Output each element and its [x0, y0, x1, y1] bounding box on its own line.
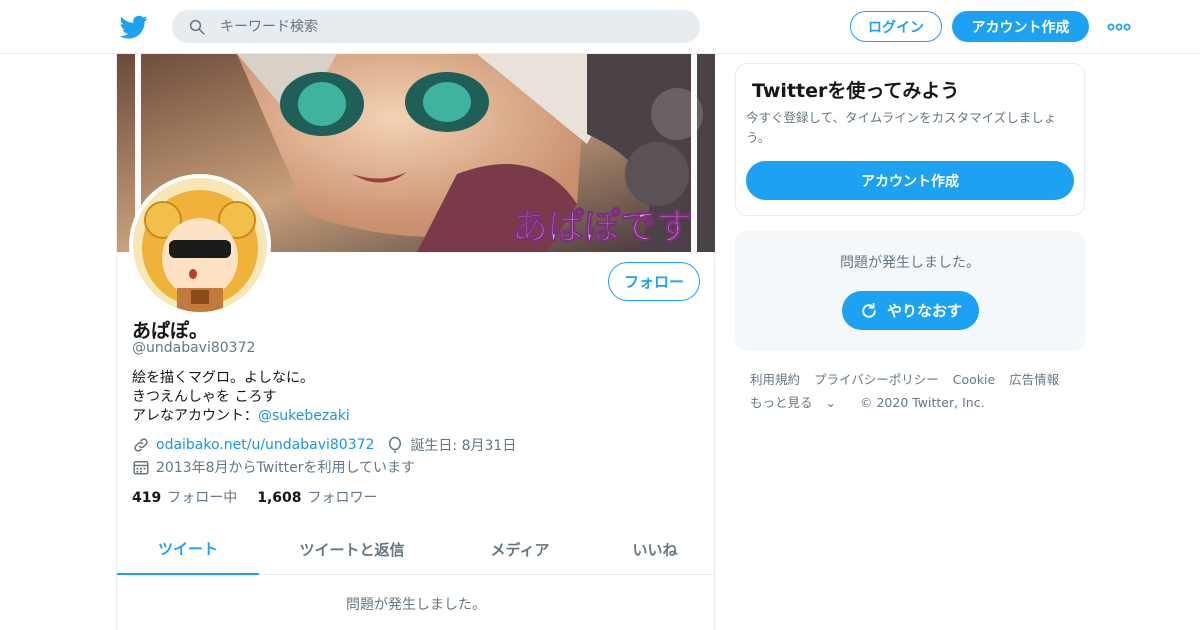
signup-card-description: 今すぐ登録して、タイムラインをカスタマイズしましょう。 [746, 110, 1057, 145]
search-box[interactable] [172, 10, 700, 43]
top-navigation-bar: ログイン アカウント作成 [0, 0, 1200, 54]
joined-date: 2013年8月からTwitterを利用しています [156, 460, 416, 476]
tab-tweets[interactable]: ツイート [117, 524, 259, 575]
tab-tweets-replies[interactable]: ツイートと返信 [259, 524, 445, 575]
banner-text: あぱぽです [512, 206, 692, 248]
website-link[interactable]: odaibako.net/u/undabavi80372 [156, 437, 374, 453]
followers-label: フォロワー [307, 490, 378, 506]
bio-line-prefix: アレなアカウント： [132, 408, 258, 424]
retry-button[interactable]: やりなおす [842, 291, 979, 330]
following-stat[interactable]: 419 フォロー中 [132, 487, 237, 507]
bio-line: きつえんしゃを ころす [132, 389, 277, 405]
profile-avatar[interactable] [129, 174, 271, 316]
sidebar-error-card: 問題が発生しました。 やりなおす [735, 231, 1085, 351]
link-icon [134, 438, 148, 452]
calendar-icon [133, 461, 149, 475]
follow-button[interactable]: フォロー [608, 262, 700, 301]
chevron-down-icon: ⌄ [825, 395, 836, 410]
login-button[interactable]: ログイン [850, 11, 942, 42]
display-name: あぱぽ。 [132, 320, 209, 342]
signup-card: Twitterを使ってみよう 今すぐ登録して、タイムラインをカスタマイズしましょ… [735, 63, 1085, 216]
footer-more-label: もっと見る [750, 395, 813, 410]
sidebar-error-message: 問題が発生しました。 [840, 255, 980, 271]
footer-link-ads[interactable]: 広告情報 [1009, 372, 1059, 387]
profile-meta-row: 2013年8月からTwitterを利用しています [132, 457, 415, 477]
refresh-icon [862, 302, 876, 318]
tab-likes[interactable]: いいね [595, 524, 715, 575]
profile-tabs: ツイート ツイートと返信 メディア いいね [117, 524, 715, 575]
signup-card-title: Twitterを使ってみよう [752, 80, 960, 102]
more-dots-icon[interactable] [1107, 22, 1131, 32]
footer-link-privacy[interactable]: プライバシーポリシー [814, 372, 939, 387]
following-count: 419 [132, 490, 162, 506]
username-handle: @undabavi80372 [132, 340, 256, 356]
footer-link-cookie[interactable]: Cookie [953, 372, 995, 387]
profile-column: あぱぽです フォロー あぱぽ。 @undabavi80372 絵を描くマグロ。よ… [116, 54, 715, 630]
bio-line: アレなアカウント：@sukebezaki [132, 407, 350, 426]
footer-link-terms[interactable]: 利用規約 [750, 372, 800, 387]
balloon-icon [389, 436, 402, 453]
followers-stat[interactable]: 1,608 フォロワー [257, 487, 377, 507]
footer-more-link[interactable]: もっと見る ⌄ [750, 395, 846, 410]
timeline-error-message: 問題が発生しました。 [346, 597, 486, 613]
profile-meta-row: odaibako.net/u/undabavi80372 誕生日: 8月31日 [132, 435, 516, 455]
search-input[interactable] [220, 18, 660, 35]
signup-button[interactable]: アカウント作成 [952, 11, 1089, 42]
footer-links: 利用規約 プライバシーポリシー Cookie 広告情報 もっと見る ⌄ © 202… [750, 368, 1080, 414]
search-icon [189, 19, 205, 34]
follow-stats: 419 フォロー中 1,608 フォロワー [132, 487, 378, 507]
followers-count: 1,608 [257, 490, 302, 506]
mention-link[interactable]: @sukebezaki [258, 408, 350, 424]
birthday-text: 誕生日: 8月31日 [410, 438, 517, 454]
following-label: フォロー中 [167, 490, 238, 506]
twitter-bird-icon[interactable] [120, 13, 148, 41]
retry-label: やりなおす [886, 302, 962, 320]
bio-line: 絵を描くマグロ。よしなに。 [132, 370, 314, 386]
avatar-illustration [133, 178, 267, 312]
profile-bio: 絵を描くマグロ。よしなに。 きつえんしゃを ころす アレなアカウント：@suke… [132, 369, 350, 426]
tab-media[interactable]: メディア [445, 524, 595, 575]
signup-card-button[interactable]: アカウント作成 [746, 161, 1074, 200]
footer-copyright: © 2020 Twitter, Inc. [859, 395, 985, 410]
